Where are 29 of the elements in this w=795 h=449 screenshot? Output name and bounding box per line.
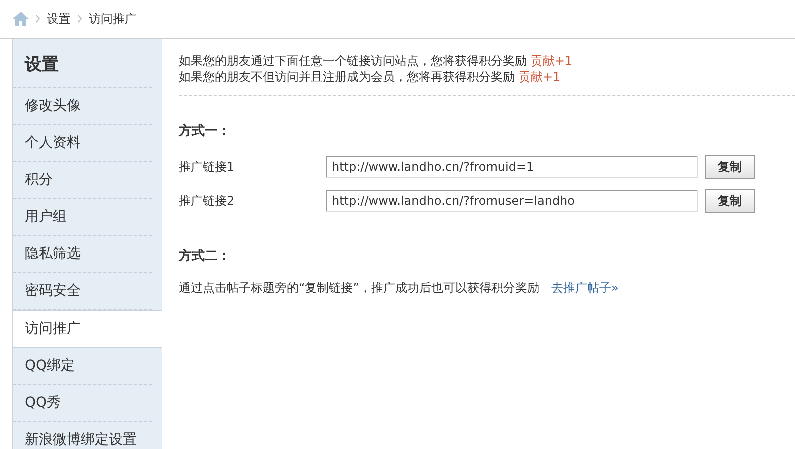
link-field[interactable]: http://www.landho.cn/?fromuid=1 (326, 156, 698, 178)
intro-text: 如果您的朋友通过下面任意一个链接访问站点，您将获得积分奖励 (179, 54, 527, 68)
chevron-icon (78, 15, 82, 23)
sidebar-item[interactable]: 用户组 (13, 199, 152, 236)
field-label: 推广链接2 (179, 192, 236, 210)
description-text: 通过点击帖子标题旁的“复制链接”，推广成功后也可以获得积分奖励 (179, 281, 540, 295)
sidebar-item[interactable]: 积分 (13, 162, 152, 199)
home-icon[interactable] (13, 12, 29, 26)
sidebar-item[interactable]: 个人资料 (13, 125, 152, 162)
breadcrumb-link[interactable]: 访问推广 (89, 10, 137, 28)
copy-button[interactable]: 复制 (705, 189, 755, 213)
reward-text: 贡献+1 (519, 70, 561, 84)
sidebar-item[interactable]: QQ秀 (13, 385, 152, 422)
breadcrumb-link[interactable]: 设置 (47, 10, 71, 28)
promote-link[interactable]: 去推广帖子» (551, 281, 619, 295)
sidebar-title: 设置 (13, 39, 152, 88)
sidebar-item[interactable]: 新浪微博绑定设置 (13, 422, 152, 449)
section-heading: 方式二： (179, 248, 232, 265)
sidebar-item[interactable]: 修改头像 (13, 88, 152, 125)
copy-button[interactable]: 复制 (705, 155, 755, 179)
sidebar-item[interactable]: 隐私筛选 (13, 236, 152, 273)
chevron-icon (36, 15, 40, 23)
field-label: 推广链接1 (179, 158, 236, 176)
reward-text: 贡献+1 (531, 54, 573, 68)
section-heading: 方式一： (179, 122, 232, 140)
intro-text: 如果您的朋友不但访问并且注册成为会员，您将再获得积分奖励 (179, 70, 515, 84)
sidebar-item[interactable]: QQ绑定 (13, 348, 152, 385)
link-field[interactable]: http://www.landho.cn/?fromuser=landho (326, 190, 698, 212)
sidebar-item[interactable]: 访问推广 (13, 310, 162, 348)
